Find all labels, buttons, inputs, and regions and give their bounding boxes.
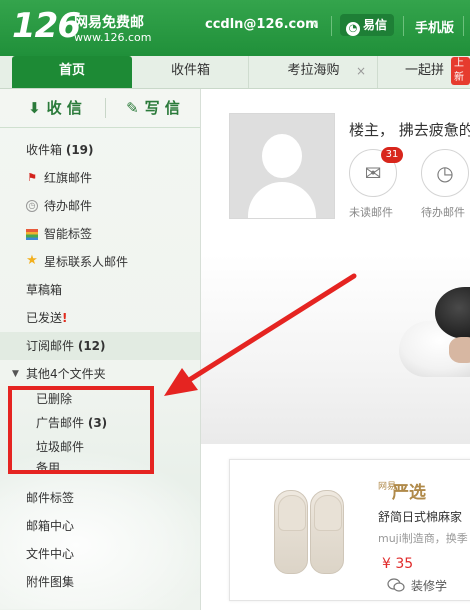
sidebar-item-starred-contacts[interactable]: ★ 星标联系人邮件 — [0, 248, 200, 276]
compose-label: 写 信 — [144, 99, 180, 117]
sidebar-item-inbox[interactable]: 收件箱 (19) — [0, 136, 200, 164]
receive-label: 收 信 — [46, 99, 82, 117]
sidebar-item-drafts[interactable]: 草稿箱 — [0, 276, 200, 304]
sidebar-item-smart-tags[interactable]: 智能标签 — [0, 220, 200, 248]
slipper-image — [274, 490, 308, 574]
todo-label: 待办邮件 — [44, 199, 93, 213]
sent-label: 已发送 — [26, 311, 63, 325]
inbox-label: 收件箱 — [26, 143, 63, 157]
tab-bar: 首页 收件箱 考拉海购 × 一起拼 上新 — [0, 56, 470, 89]
close-icon[interactable]: × — [356, 56, 366, 86]
logo-name: 网易免费邮 — [74, 15, 144, 31]
divider — [463, 16, 464, 36]
unread-mail-label: 未读邮件 — [349, 206, 393, 219]
person-face-image — [449, 337, 470, 363]
sidebar-item-todo[interactable]: ◷ 待办邮件 — [0, 192, 200, 220]
wechat-icon — [387, 578, 405, 592]
sidebar-item-subscriptions[interactable]: 订阅邮件 (12) — [0, 332, 200, 360]
action-bar: ⬇ 收 信 ✎ 写 信 — [0, 89, 200, 128]
sidebar-item-sent[interactable]: 已发送! — [0, 304, 200, 332]
watermark: 装修学 — [387, 577, 447, 594]
star-icon: ★ — [26, 253, 38, 268]
flag-icon: ⚑ — [27, 171, 37, 184]
tab-home[interactable]: 首页 — [12, 56, 132, 88]
divider — [331, 16, 332, 36]
slipper-strap — [314, 495, 342, 531]
avatar-head — [262, 134, 302, 178]
todo-mail-button[interactable]: ◷ — [421, 149, 469, 197]
brand-logo: 严选 — [392, 483, 426, 503]
edit-icon: ✎ — [126, 99, 139, 117]
smart-tags-label: 智能标签 — [44, 227, 93, 241]
product-subtitle: muji制造商，换季 — [378, 532, 468, 545]
sidebar-item-other-folders[interactable]: ▼ 其他4个文件夹 — [0, 360, 200, 388]
yixin-button[interactable]: ◔ 易信 — [340, 14, 394, 36]
chevron-down-icon[interactable]: ▼ — [12, 360, 19, 388]
mobile-version-link[interactable]: 手机版 — [415, 17, 454, 36]
file-center-label: 文件中心 — [26, 547, 75, 561]
envelope-icon: ✉ — [364, 161, 382, 185]
sidebar-item-mail-center[interactable]: 邮箱中心 — [0, 512, 200, 540]
divider — [105, 98, 106, 118]
starred-contacts-label: 星标联系人邮件 — [44, 255, 129, 269]
sidebar-item-attachments[interactable]: 附件图集 — [0, 568, 200, 596]
attachments-label: 附件图集 — [26, 575, 75, 589]
highlight-box — [8, 386, 154, 474]
main-content: 楼主， 拂去疲惫的 ✉ 31 未读邮件 ◷ 待办邮件 网易 严选 舒简日式棉麻家… — [201, 89, 470, 610]
slipper-strap — [278, 495, 306, 531]
clock-icon: ◷ — [436, 161, 454, 185]
mail-tags-label: 邮件标签 — [26, 491, 75, 505]
other-folders-label: 其他4个文件夹 — [26, 367, 106, 381]
divider — [403, 16, 404, 36]
compose-button[interactable]: ✎ 写 信 — [110, 89, 196, 127]
download-icon: ⬇ — [28, 99, 41, 117]
chevron-down-icon[interactable]: ∨ — [311, 17, 319, 30]
user-email[interactable]: ccdln@126.com — [205, 17, 319, 32]
subscriptions-count: (12) — [77, 339, 106, 353]
yixin-icon: ◔ — [346, 22, 360, 36]
tags-icon — [26, 229, 38, 240]
logo-number[interactable]: 126 — [12, 6, 81, 46]
subscriptions-label: 订阅邮件 — [26, 339, 75, 353]
tab-inbox[interactable]: 收件箱 — [133, 56, 249, 88]
top-header: 126 网易免费邮 www.126.com ccdln@126.com ∨ ◔ 易… — [0, 0, 470, 56]
drafts-label: 草稿箱 — [26, 283, 63, 297]
slipper-image — [310, 490, 344, 574]
watermark-text: 装修学 — [411, 579, 448, 593]
mail-center-label: 邮箱中心 — [26, 519, 75, 533]
unread-count-badge: 31 — [381, 147, 403, 163]
tab-kaola-label: 考拉海购 — [287, 63, 340, 78]
product-price: ¥ 35 — [382, 556, 414, 572]
avatar-body — [248, 182, 316, 218]
sidebar-item-flagged[interactable]: ⚑ 红旗邮件 — [0, 164, 200, 192]
greeting-text: 楼主， 拂去疲惫的 — [349, 121, 470, 139]
yixin-label: 易信 — [363, 18, 388, 32]
product-title[interactable]: 舒简日式棉麻家 — [378, 508, 462, 525]
todo-mail-label: 待办邮件 — [421, 206, 465, 219]
clock-icon: ◷ — [26, 200, 38, 212]
logo-url: www.126.com — [74, 31, 152, 44]
flagged-label: 红旗邮件 — [44, 171, 93, 185]
receive-button[interactable]: ⬇ 收 信 — [8, 89, 102, 127]
sent-alert-mark: ! — [62, 311, 68, 325]
sidebar: ⬇ 收 信 ✎ 写 信 收件箱 (19) ⚑ 红旗邮件 ◷ 待办邮件 智能标签 ★ … — [0, 89, 220, 610]
new-badge: 上新 — [451, 57, 470, 85]
inbox-count: (19) — [65, 143, 94, 157]
sidebar-item-mail-tags[interactable]: 邮件标签 — [0, 484, 200, 512]
sidebar-item-file-center[interactable]: 文件中心 — [0, 540, 200, 568]
avatar[interactable] — [229, 113, 335, 219]
